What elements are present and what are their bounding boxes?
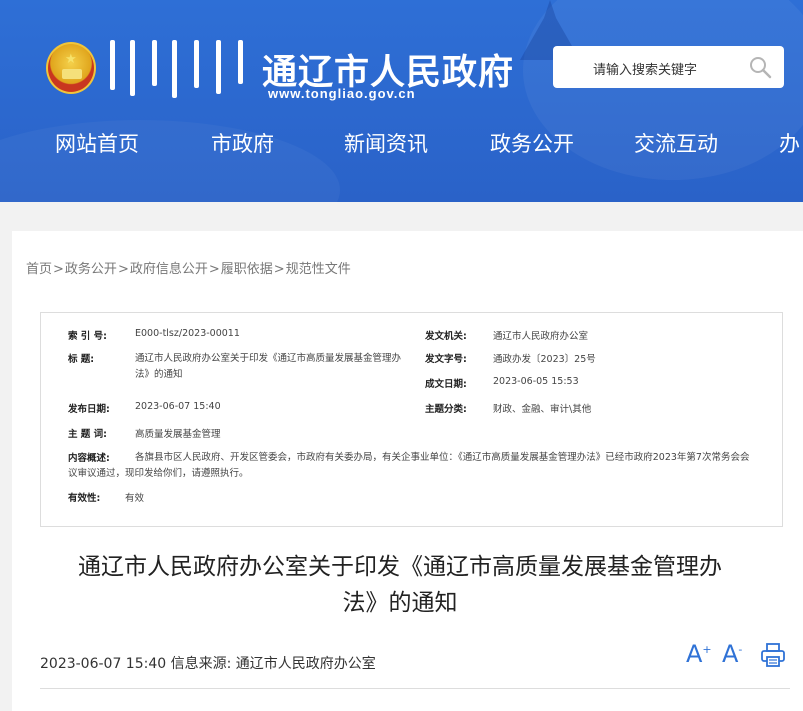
title-label: 标 题:	[68, 354, 95, 365]
nav-item-services[interactable]: 办	[779, 128, 800, 158]
date-value: 2023-06-05 15:53	[493, 376, 579, 387]
breadcrumb-link[interactable]: 履职依据	[221, 262, 273, 277]
topic-value: 财政、金融、审计\其他	[493, 404, 592, 415]
date-label: 成文日期:	[425, 379, 467, 390]
breadcrumb-link[interactable]: 规范性文件	[286, 262, 351, 277]
document-title: 通辽市人民政府办公室关于印发《通辽市高质量发展基金管理办 法》的通知	[12, 549, 788, 621]
docno-label: 发文字号:	[425, 354, 467, 365]
issuer-value: 通辽市人民政府办公室	[493, 331, 589, 342]
search-input[interactable]: 请输入搜索关键字	[593, 59, 697, 78]
site-header: ★ 通辽市人民政府 www.tongliao.gov.cn 请输入搜索关键字 网…	[0, 0, 803, 202]
breadcrumb-link[interactable]: 政务公开	[65, 262, 117, 277]
divider	[40, 688, 790, 689]
title-value: 通辽市人民政府办公室关于印发《通辽市高质量发展基金管理办法》的通知	[135, 353, 402, 380]
document-title-line: 法》的通知	[342, 590, 458, 616]
nav-item-news[interactable]: 新闻资讯	[344, 128, 428, 158]
summary-value: 各旗县市区人民政府、开发区管委会，市政府有关委办局，有关企事业单位：《通辽市高质…	[68, 452, 750, 479]
document-info-table: 索 引 号: E000-tlsz/2023-00011 标 题: 通辽市人民政府…	[40, 312, 783, 527]
validity-value: 有效	[125, 493, 145, 504]
pubdate-label: 发布日期:	[68, 404, 110, 415]
font-decrease-sup: -	[738, 643, 743, 656]
validity-label: 有效性:	[68, 493, 101, 504]
pubdate-value: 2023-06-07 15:40	[135, 401, 221, 412]
keyword-label: 主 题 词:	[68, 429, 107, 440]
document-title-line: 通辽市人民政府办公室关于印发《通辽市高质量发展基金管理办	[78, 554, 722, 580]
nav-item-interaction[interactable]: 交流互动	[634, 128, 718, 158]
search-icon[interactable]	[748, 55, 772, 79]
main-nav: 网站首页 市政府 新闻资讯 政务公开 交流互动 办	[0, 128, 803, 164]
nav-item-government[interactable]: 市政府	[211, 128, 274, 158]
nav-item-government-affairs[interactable]: 政务公开	[490, 128, 574, 158]
breadcrumb-link[interactable]: 政府信息公开	[130, 262, 208, 277]
main-content: 首页>政务公开>政府信息公开>履职依据>规范性文件 索 引 号: E000-tl…	[12, 231, 803, 711]
breadcrumb-link[interactable]: 首页	[26, 262, 52, 277]
breadcrumb-separator: >	[208, 262, 220, 277]
font-increase-glyph: A	[686, 640, 703, 668]
font-increase-sup: +	[702, 643, 712, 656]
docno-value: 通政办发〔2023〕25号	[493, 354, 596, 365]
nav-item-home[interactable]: 网站首页	[55, 128, 139, 158]
keyword-value: 高质量发展基金管理	[135, 429, 221, 440]
national-emblem-icon[interactable]: ★	[46, 42, 96, 94]
font-decrease-glyph: A	[722, 640, 739, 668]
issuer-label: 发文机关:	[425, 331, 467, 342]
topic-label: 主题分类:	[425, 404, 467, 415]
search-box[interactable]: 请输入搜索关键字	[553, 46, 784, 88]
font-increase-button[interactable]: A+	[686, 640, 712, 668]
mongolian-script-logo	[104, 40, 254, 98]
breadcrumb-separator: >	[53, 262, 64, 277]
breadcrumb: 首页>政务公开>政府信息公开>履职依据>规范性文件	[26, 258, 351, 277]
site-url[interactable]: www.tongliao.gov.cn	[268, 86, 416, 101]
breadcrumb-separator: >	[273, 262, 285, 277]
document-meta: 2023-06-07 15:40 信息来源: 通辽市人民政府办公室	[40, 656, 376, 672]
print-icon[interactable]	[760, 642, 786, 668]
index-label: 索 引 号:	[68, 331, 107, 342]
breadcrumb-separator: >	[117, 262, 129, 277]
index-value: E000-tlsz/2023-00011	[135, 328, 240, 339]
font-decrease-button[interactable]: A-	[722, 640, 742, 668]
